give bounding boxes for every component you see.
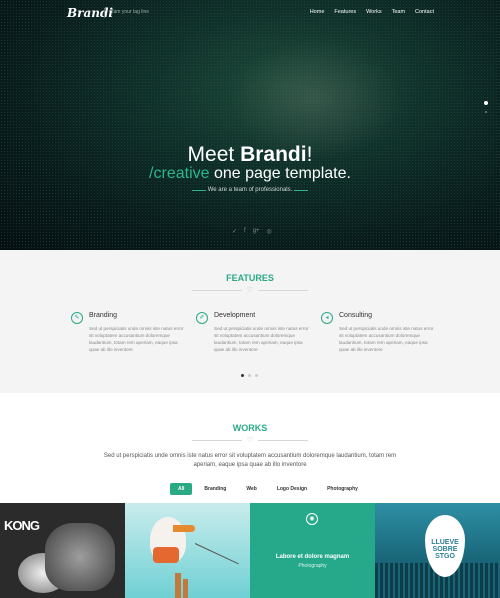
pelican-coat <box>153 547 179 563</box>
twitter-icon[interactable]: ✓ <box>232 228 237 235</box>
works-divider-left <box>192 440 242 441</box>
dribbble-icon[interactable]: ◎ <box>267 228 272 235</box>
nav-works[interactable]: Works <box>366 9 381 15</box>
logo[interactable]: Brandi <box>67 6 113 20</box>
portfolio-item-llueve[interactable]: LLUEVE SOBRE STGO <box>375 503 500 598</box>
works-section: WORKS ♡ Sed ut perspiciatis unde omnis i… <box>0 393 500 503</box>
drop-text: LLUEVE SOBRE STGO <box>431 539 459 560</box>
heart-icon: ♡ <box>246 437 254 444</box>
portfolio-item-title: Labore et dolore magnam <box>275 554 350 560</box>
slide-dot-active[interactable] <box>484 101 488 105</box>
feature-title: Consulting <box>339 312 373 319</box>
gorilla-image <box>45 523 115 591</box>
social-links: ✓ f g+ ◎ <box>232 228 272 235</box>
heart-icon: ♡ <box>246 287 254 294</box>
works-description: Sed ut perspiciatis unde omnis iste natu… <box>103 453 397 468</box>
works-title: WORKS <box>232 423 268 433</box>
feature-text: Sed ut perspiciatis unde omnis iste natu… <box>214 326 309 352</box>
hero-title: Meet Brandi! <box>187 143 313 166</box>
pen-icon: ✎ <box>71 312 83 324</box>
nav-home[interactable]: Home <box>310 9 325 15</box>
nav-contact[interactable]: Contact <box>415 9 434 15</box>
hero-photo-shade <box>230 40 400 160</box>
hero-subtitle: /creative one page template. <box>149 165 351 182</box>
feature-text: Sed ut perspiciatis unde omnis iste natu… <box>89 326 184 352</box>
wooden-post <box>175 573 181 598</box>
kong-text: KONG <box>4 518 40 533</box>
feature-title: Development <box>214 312 256 319</box>
pagination-dot-active[interactable] <box>241 374 244 377</box>
filter-logo-design[interactable]: Logo Design <box>269 483 315 495</box>
features-pagination <box>241 374 258 377</box>
works-divider-right <box>258 440 308 441</box>
nav-features[interactable]: Features <box>334 9 356 15</box>
features-divider-right <box>258 290 308 291</box>
portfolio-item-pelican[interactable] <box>125 503 250 598</box>
filter-photography[interactable]: Photography <box>319 483 366 495</box>
pagination-dot[interactable] <box>255 374 258 377</box>
hero-description: We are a team of professionals. <box>207 187 293 193</box>
logo-divider <box>104 8 105 18</box>
portfolio-item-category: Photography <box>298 563 327 569</box>
portfolio-grid: KONG ◉ Labore et dolore magnam Photograp… <box>0 503 500 598</box>
megaphone-icon: ◂ <box>321 312 333 324</box>
filter-branding[interactable]: Branding <box>196 483 234 495</box>
main-menu: Home Features Works Team Contact <box>310 9 434 15</box>
filter-web[interactable]: Web <box>238 483 264 495</box>
tagline: Tam your tag line <box>111 9 150 15</box>
portfolio-item-hover[interactable]: ◉ Labore et dolore magnam Photography <box>250 503 375 598</box>
filter-all[interactable]: All <box>170 483 193 495</box>
fishing-rod <box>194 543 239 565</box>
features-divider-left <box>192 290 242 291</box>
hero-section: Brandi Tam your tag line Home Features W… <box>0 0 500 250</box>
features-title: FEATURES <box>226 273 274 283</box>
portfolio-item-kong[interactable]: KONG <box>0 503 125 598</box>
google-plus-icon[interactable]: g+ <box>253 228 260 235</box>
eye-icon[interactable]: ◉ <box>306 513 318 525</box>
facebook-icon[interactable]: f <box>244 228 246 235</box>
slide-dot[interactable] <box>485 111 487 113</box>
brush-icon: ✐ <box>196 312 208 324</box>
nav-team[interactable]: Team <box>392 9 405 15</box>
wooden-post <box>183 579 188 598</box>
pelican-beak <box>173 525 195 532</box>
hero-line-right <box>294 190 308 191</box>
feature-text: Sed ut perspiciatis unde omnis iste natu… <box>339 326 434 352</box>
feature-title: Branding <box>89 312 118 319</box>
works-filters: All Branding Web Logo Design Photography <box>170 483 366 495</box>
features-section: FEATURES ♡ ✎ Branding Sed ut perspiciati… <box>0 250 500 393</box>
navbar: Brandi Tam your tag line Home Features W… <box>0 0 500 26</box>
pagination-dot[interactable] <box>248 374 251 377</box>
